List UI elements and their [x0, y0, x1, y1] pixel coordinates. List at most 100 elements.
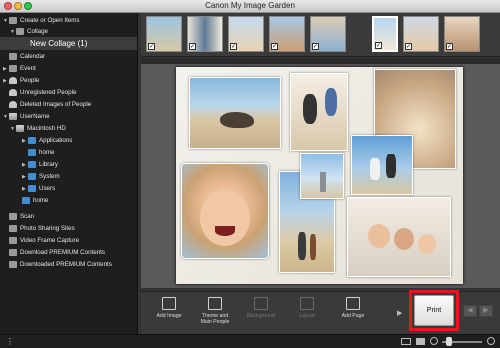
collage-photo-kids-jumping[interactable] — [290, 73, 348, 151]
sidebar-item-new-collage[interactable]: New Collage (1) — [30, 38, 87, 49]
sidebar-item-label: Macintosh HD — [27, 125, 66, 132]
add-image-icon — [162, 297, 176, 310]
sidebar-item-label: Download PREMIUM Contents — [20, 249, 105, 256]
sidebar-item-downloaded-premium[interactable]: Downloaded PREMIUM Contents — [3, 259, 112, 270]
background-icon — [254, 297, 268, 310]
sidebar-item-system[interactable]: ▶ System — [22, 171, 60, 182]
theme-and-main-people-button[interactable]: Theme and Main People — [193, 297, 237, 331]
checkbox-checked-icon[interactable]: ✓ — [375, 42, 382, 49]
collage-photo-skyline[interactable] — [300, 153, 344, 199]
print-button[interactable]: Print — [414, 295, 454, 326]
checkbox-checked-icon[interactable]: ✓ — [230, 43, 237, 50]
sidebar-item-label: home — [33, 197, 49, 204]
tower-shape — [320, 172, 326, 192]
view-mode-icon[interactable] — [401, 338, 411, 345]
add-image-button[interactable]: Add Image — [147, 297, 191, 331]
collage-photo-family-lying[interactable] — [347, 197, 451, 277]
thumbnail[interactable]: ✓ — [403, 16, 439, 52]
checkbox-checked-icon[interactable]: ✓ — [312, 43, 319, 50]
disk-icon — [16, 125, 24, 132]
thumbnail[interactable]: ✓ — [444, 16, 480, 52]
zoom-in-icon[interactable] — [487, 337, 495, 345]
sidebar-item-label: Deleted Images of People — [20, 101, 92, 108]
sidebar-item-photo-sharing[interactable]: Photo Sharing Sites — [3, 223, 75, 234]
sidebar-item-username[interactable]: ▼ UserName — [3, 111, 50, 122]
layout-icon — [300, 297, 314, 310]
sidebar-item-label: Photo Sharing Sites — [20, 225, 75, 232]
folder-icon — [28, 173, 36, 180]
checkbox-checked-icon[interactable]: ✓ — [405, 43, 412, 50]
sidebar-item-deleted-images[interactable]: Deleted Images of People — [3, 99, 91, 110]
sidebar-item-applications[interactable]: ▶ Applications — [22, 135, 72, 146]
sidebar-item-home[interactable]: home — [22, 147, 54, 158]
sidebar-item-label: UserName — [20, 113, 50, 120]
collage-icon — [16, 28, 24, 35]
seal-shape — [220, 112, 254, 128]
sidebar-item-label: home — [39, 149, 55, 156]
sidebar-item-label: Unregistered People — [20, 89, 77, 96]
sidebar-item-event[interactable]: ▶ Event — [3, 63, 36, 74]
sidebar-item-macintosh-hd[interactable]: ▼ Macintosh HD — [10, 123, 66, 134]
sidebar-item-scan[interactable]: Scan — [3, 211, 34, 222]
fit-view-icon[interactable] — [416, 338, 425, 345]
chevron-right-icon[interactable]: ▶ — [397, 309, 402, 317]
sidebar-item-library[interactable]: ▶ Library — [22, 159, 58, 170]
folder-icon — [28, 137, 36, 144]
sidebar-item-users[interactable]: ▶ Users — [22, 183, 55, 194]
info-icon[interactable]: ⋮ — [6, 337, 14, 346]
checkbox-checked-icon[interactable]: ✓ — [446, 43, 453, 50]
mouth-shape — [215, 226, 235, 236]
folder-icon — [28, 185, 36, 192]
globe-icon — [9, 225, 17, 232]
zoom-slider-handle[interactable] — [446, 337, 452, 346]
user-icon — [9, 113, 17, 120]
figure-shape — [370, 158, 380, 180]
download-icon — [9, 249, 17, 256]
thumbnail-selected[interactable]: ✓ — [372, 16, 398, 52]
figure-shape — [386, 154, 396, 178]
background-button[interactable]: Background — [239, 297, 283, 331]
create-icon — [9, 17, 17, 24]
thumbnail[interactable]: ✓ — [269, 16, 305, 52]
people-icon — [9, 77, 17, 84]
sidebar-item-collage[interactable]: ▼ Collage — [10, 26, 48, 37]
sidebar-item-label: Applications — [39, 137, 73, 144]
sidebar-item-label: System — [39, 173, 60, 180]
previous-page-button[interactable]: ◀ — [463, 305, 477, 317]
add-page-button[interactable]: Add Page — [331, 297, 375, 331]
sidebar-item-unregistered-people[interactable]: Unregistered People — [3, 87, 76, 98]
sidebar-item-label: Scan — [20, 213, 35, 220]
sidebar-item-label: Calendar — [20, 53, 46, 60]
face-shape — [418, 234, 436, 254]
thumbnail[interactable]: ✓ — [228, 16, 264, 52]
sidebar-item-label: Video Frame Capture — [20, 237, 80, 244]
face-shape — [200, 190, 250, 246]
sidebar-item-download-premium[interactable]: Download PREMIUM Contents — [3, 247, 105, 258]
person-icon — [9, 101, 17, 108]
thumbnail[interactable]: ✓ — [187, 16, 223, 52]
layout-button[interactable]: Layout — [285, 297, 329, 331]
sidebar-item-create-or-open[interactable]: ▼ Create or Open Items — [3, 15, 80, 26]
checkbox-checked-icon[interactable]: ✓ — [148, 43, 155, 50]
sidebar-item-calendar[interactable]: Calendar — [3, 51, 45, 62]
collage-page[interactable] — [176, 67, 463, 284]
folder-icon — [28, 149, 36, 156]
collage-photo-family-jumping[interactable] — [351, 135, 413, 195]
sidebar-item-label: People — [20, 77, 40, 84]
film-icon — [9, 237, 17, 244]
sidebar-item-people[interactable]: ▶ People — [3, 75, 39, 86]
collage-photo-seal[interactable] — [189, 77, 281, 149]
next-page-button[interactable]: ▶ — [479, 305, 493, 317]
checkbox-checked-icon[interactable]: ✓ — [189, 43, 196, 50]
folder-icon — [22, 197, 30, 204]
sidebar-item-video-frame[interactable]: Video Frame Capture — [3, 235, 79, 246]
sidebar-item-home-2[interactable]: home — [16, 195, 48, 206]
collage-photo-girl[interactable] — [181, 163, 269, 259]
thumbnail[interactable]: ✓ — [146, 16, 182, 52]
checkbox-checked-icon[interactable]: ✓ — [271, 43, 278, 50]
thumbnail[interactable]: ✓ — [310, 16, 346, 52]
title-bar: Canon My Image Garden — [0, 0, 500, 13]
figure-shape — [298, 232, 306, 260]
zoom-out-icon[interactable] — [430, 337, 438, 345]
sidebar-item-label: Downloaded PREMIUM Contents — [20, 261, 112, 268]
